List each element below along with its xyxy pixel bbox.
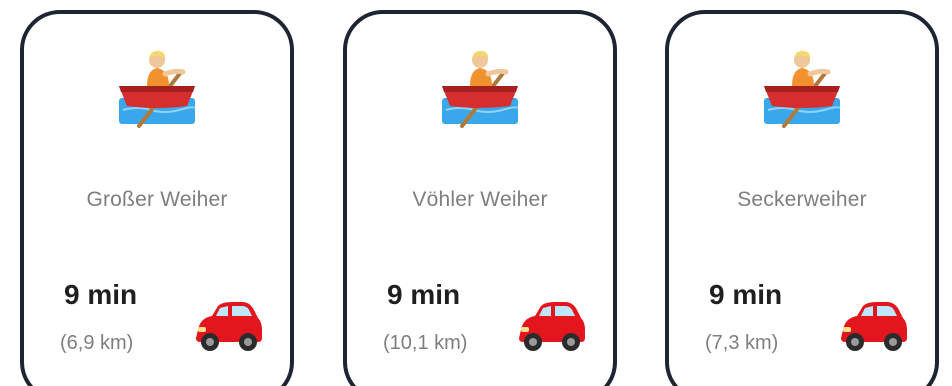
- travel-distance: (7,3 km): [705, 332, 779, 354]
- car-icon: [515, 300, 587, 352]
- travel-time: 9 min: [64, 279, 138, 310]
- destination-card-grosser-weiher[interactable]: Großer Weiher 9 min (6,9 km): [20, 10, 294, 386]
- destination-card-list: Großer Weiher 9 min (6,9 km) Vöhler Weih…: [0, 0, 952, 386]
- car-icon: [837, 300, 909, 352]
- travel-distance: (6,9 km): [60, 332, 134, 354]
- person-rowing-boat-icon: [762, 50, 842, 128]
- destination-name: Großer Weiher: [86, 188, 228, 211]
- person-rowing-boat-icon: [440, 50, 520, 128]
- person-rowing-boat-icon: [117, 50, 197, 128]
- car-icon: [192, 300, 264, 352]
- destination-name: Vöhler Weiher: [412, 188, 548, 211]
- travel-distance: (10,1 km): [383, 332, 468, 354]
- destination-card-vohler-weiher[interactable]: Vöhler Weiher 9 min (10,1 km): [343, 10, 617, 386]
- travel-time: 9 min: [387, 279, 461, 310]
- destination-card-seckerweiher[interactable]: Seckerweiher 9 min (7,3 km): [665, 10, 939, 386]
- travel-time: 9 min: [709, 279, 783, 310]
- destination-name: Seckerweiher: [737, 188, 867, 211]
